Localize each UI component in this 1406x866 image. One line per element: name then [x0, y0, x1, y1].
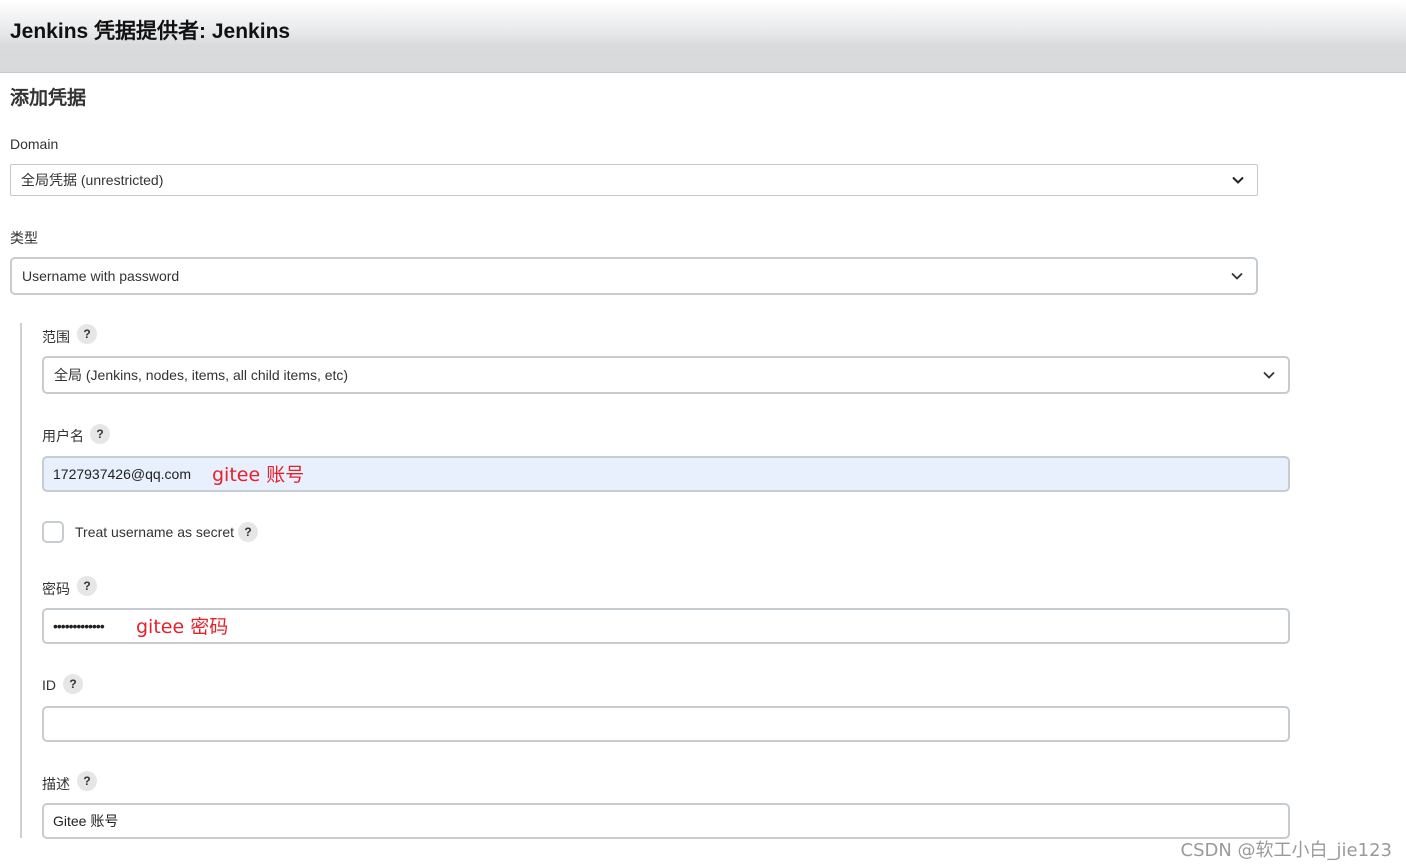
chevron-down-icon — [1263, 371, 1275, 379]
treat-username-secret-label: Treat username as secret — [75, 524, 234, 540]
description-help-icon[interactable]: ? — [77, 771, 97, 791]
page-header: Jenkins 凭据提供者: Jenkins — [0, 0, 1406, 73]
scope-label: 范围 — [42, 329, 70, 345]
password-annotation: gitee 密码 — [136, 616, 229, 638]
domain-label: Domain — [10, 136, 59, 152]
kind-select-value: Username with password — [22, 268, 180, 284]
id-label: ID — [42, 677, 56, 693]
scope-help-icon[interactable]: ? — [77, 324, 97, 344]
section-title: 添加凭据 — [10, 88, 87, 109]
kind-label: 类型 — [10, 230, 38, 246]
description-input[interactable]: Gitee 账号 — [42, 803, 1290, 839]
password-help-icon[interactable]: ? — [77, 576, 97, 596]
description-label: 描述 — [42, 776, 70, 792]
password-input[interactable]: ••••••••••••• — [42, 608, 1290, 644]
username-label: 用户名 — [42, 428, 84, 444]
treat-username-secret-checkbox[interactable] — [42, 521, 64, 543]
watermark: CSDN @软工小白_jie123 — [1180, 840, 1392, 861]
scope-select-value: 全局 (Jenkins, nodes, items, all child ite… — [54, 367, 349, 383]
username-help-icon[interactable]: ? — [90, 424, 110, 444]
domain-select[interactable]: 全局凭据 (unrestricted) — [10, 164, 1258, 196]
chevron-down-icon — [1231, 272, 1243, 280]
section-divider-line — [20, 323, 22, 838]
username-annotation: gitee 账号 — [212, 464, 305, 486]
domain-select-value: 全局凭据 (unrestricted) — [21, 172, 164, 188]
scope-select[interactable]: 全局 (Jenkins, nodes, items, all child ite… — [42, 356, 1290, 394]
chevron-down-icon — [1232, 176, 1244, 184]
password-label: 密码 — [42, 581, 70, 597]
description-input-value: Gitee 账号 — [53, 813, 119, 829]
kind-select[interactable]: Username with password — [10, 257, 1258, 295]
password-input-value: ••••••••••••• — [53, 618, 105, 634]
username-input-value: 1727937426@qq.com — [53, 466, 191, 482]
page-title: Jenkins 凭据提供者: Jenkins — [10, 20, 291, 43]
id-help-icon[interactable]: ? — [63, 674, 83, 694]
treat-secret-help-icon[interactable]: ? — [238, 522, 258, 542]
id-input[interactable] — [42, 706, 1290, 742]
